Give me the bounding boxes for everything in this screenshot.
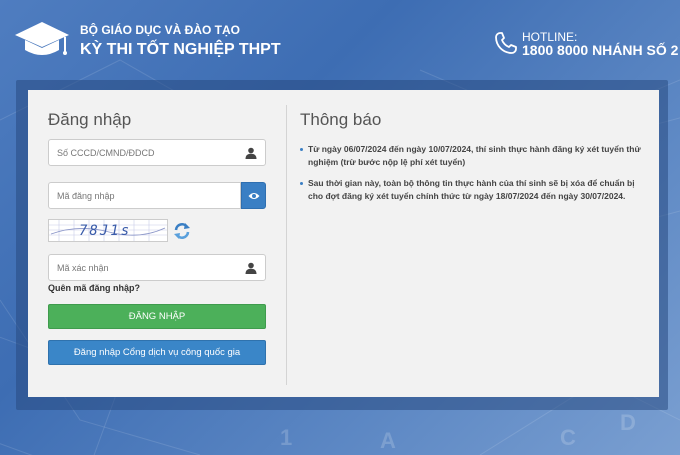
notice-title: Thông báo	[300, 110, 382, 129]
id-field	[48, 139, 266, 166]
user-icon	[245, 147, 257, 159]
eye-icon	[248, 193, 260, 199]
hotline-number: 1800 8000 NHÁNH SỐ 2	[522, 42, 679, 58]
forgot-password-link[interactable]: Quên mã đăng nhập?	[48, 283, 140, 293]
user-icon	[245, 262, 257, 274]
login-title: Đăng nhập	[48, 110, 132, 129]
notice-list: Từ ngày 06/07/2024 đến ngày 10/07/2024, …	[300, 143, 646, 211]
svg-text:A: A	[380, 428, 396, 453]
captcha-input[interactable]	[49, 255, 239, 280]
phone-icon	[495, 32, 517, 54]
id-input[interactable]	[49, 140, 239, 165]
show-password-button[interactable]	[241, 182, 266, 209]
password-input[interactable]	[49, 183, 239, 208]
svg-text:D: D	[620, 410, 636, 435]
notice-item: Sau thời gian này, toàn bộ thông tin thự…	[300, 177, 646, 203]
exam-title: KỲ THI TỐT NGHIỆP THPT	[80, 41, 281, 58]
login-button[interactable]: ĐĂNG NHẬP	[48, 304, 266, 329]
page-header: BỘ GIÁO DỤC VÀ ĐÀO TẠO KỲ THI TỐT NGHIỆP…	[0, 0, 680, 90]
graduation-cap-icon	[15, 22, 69, 55]
captcha-field	[48, 254, 266, 281]
notice-item: Từ ngày 06/07/2024 đến ngày 10/07/2024, …	[300, 143, 646, 169]
organization-name: BỘ GIÁO DỤC VÀ ĐÀO TẠO	[80, 23, 241, 37]
password-field	[48, 182, 241, 209]
captcha-image: 78J1s	[48, 219, 168, 242]
panel-divider	[286, 105, 287, 385]
refresh-captcha-icon[interactable]	[172, 221, 192, 241]
national-portal-login-button[interactable]: Đăng nhập Cổng dịch vụ công quốc gia	[48, 340, 266, 365]
svg-text:C: C	[560, 425, 576, 450]
svg-text:1: 1	[280, 425, 292, 450]
captcha-code: 78J1s	[79, 223, 132, 239]
